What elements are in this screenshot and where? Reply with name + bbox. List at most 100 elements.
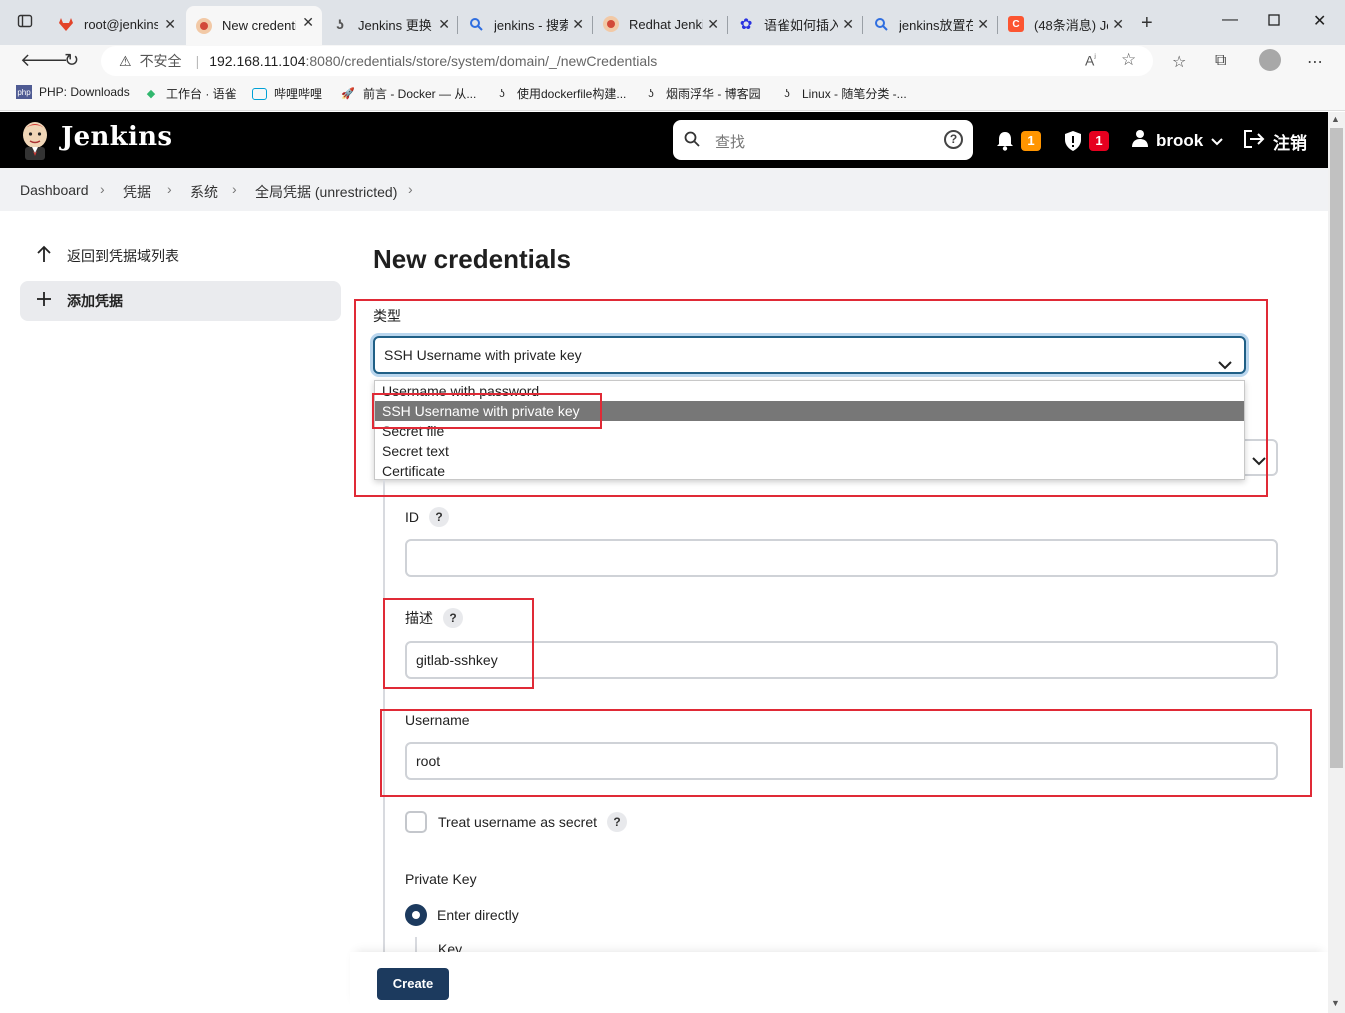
search-placeholder: 查找 [715,134,746,151]
bell-icon[interactable] [996,131,1014,156]
browser-tab-csdn[interactable]: C (48条消息) Je ✕ [998,8,1132,40]
minimize-icon[interactable]: — [1222,11,1238,29]
maximize-icon[interactable] [1268,13,1280,31]
jenkins-header: Jenkins 查找 ? 1 1 brook 注销 [0,112,1328,168]
search-help-icon[interactable]: ? [944,130,963,149]
security-status[interactable]: 不安全 [140,51,182,71]
bookmark-bilibili[interactable]: 哔哩哔哩 [252,85,322,102]
collections-icon[interactable]: ⧉ [1215,52,1226,70]
form-footer-bar [350,952,1328,1013]
close-tab-icon[interactable]: ✕ [438,16,450,33]
close-window-icon[interactable]: ✕ [1313,11,1326,31]
enter-directly-label[interactable]: Enter directly [437,907,519,923]
jenkins-icon [196,17,212,34]
treat-username-secret-checkbox[interactable] [405,811,427,833]
scroll-down-arrow-icon[interactable]: ▼ [1331,998,1340,1008]
browser-tab-redhat-jenkins[interactable]: Redhat Jenkins ✕ [593,8,727,40]
more-menu-icon[interactable]: ⋯ [1307,52,1323,72]
tab-actions-icon[interactable] [17,13,33,34]
jenkins-logo[interactable] [19,120,51,160]
gitlab-icon [58,16,74,32]
bookmark-docker[interactable]: 🚀 前言 - Docker — 从... [340,85,476,102]
close-tab-icon[interactable]: ✕ [164,16,176,33]
breadcrumb: Dashboard › 凭据 › 系统 › 全局凭据 (unrestricted… [0,168,1328,211]
close-tab-icon[interactable]: ✕ [977,16,989,33]
reload-icon[interactable]: ↻ [64,50,79,71]
read-aloud-icon[interactable]: Aʲ [1085,52,1096,69]
user-name: brook [1156,130,1204,150]
breadcrumb-dashboard[interactable]: Dashboard [20,182,89,198]
bookmark-cnblogs[interactable]: ʖ 烟雨浮华 - 博客园 [643,85,760,102]
description-field[interactable]: gitlab-sshkey [405,641,1278,679]
search-field[interactable]: 查找 ? [673,120,973,160]
search-icon [683,130,701,153]
bookmark-label: 使用dockerfile构建... [517,87,627,101]
url-field[interactable]: ⚠ 不安全 | 192.168.11.104:8080/credentials/… [101,46,1153,76]
create-button[interactable]: Create [377,968,449,1000]
logout-button[interactable]: 注销 [1243,129,1307,154]
chevron-right-icon: › [232,181,237,197]
treat-username-secret-text[interactable]: Treat username as secret [438,814,597,830]
bookmark-label: 前言 - Docker — 从... [363,87,477,101]
close-tab-icon[interactable]: ✕ [572,16,584,33]
tab-label: 语雀如何插入 [764,17,838,33]
close-tab-icon[interactable]: ✕ [302,14,314,31]
new-tab-icon[interactable]: + [1141,12,1153,35]
bookmark-label: PHP: Downloads [39,85,130,99]
jenkins-brand[interactable]: Jenkins [61,122,172,152]
id-field[interactable] [405,539,1278,577]
id-label: ID ? [405,507,449,527]
private-key-label: Private Key [405,871,477,887]
tab-label: Jenkins 更换插 [358,17,432,33]
add-favorite-icon[interactable]: ☆ [1121,50,1136,70]
id-label-text: ID [405,509,419,525]
browser-tab-strip: root@jenkins ✕ New credentials ✕ ʖ Jenki… [0,0,1345,45]
url-path: :8080/credentials/store/system/domain/_/… [305,53,658,69]
help-icon[interactable]: ? [607,812,627,832]
cnblogs-icon: ʖ [648,87,654,100]
back-icon[interactable]: 🡐 [20,50,68,71]
chevron-right-icon: › [408,181,413,197]
bilibili-icon [252,87,267,100]
favorites-icon[interactable]: ☆ [1172,52,1186,72]
security-count-badge[interactable]: 1 [1089,131,1109,151]
warning-icon[interactable]: ⚠ [119,53,132,70]
breadcrumb-credentials[interactable]: 凭据 [123,182,151,202]
notification-count-badge[interactable]: 1 [1021,131,1041,151]
enter-directly-radio[interactable] [405,904,427,926]
browser-tab-baidu[interactable]: ✿ 语雀如何插入 ✕ [728,8,862,40]
bookmark-yuque[interactable]: ◆ 工作台 · 语雀 [143,85,237,102]
cnblogs-icon: ʖ [784,87,790,100]
browser-tab-cnblogs[interactable]: ʖ Jenkins 更换插 ✕ [322,8,458,40]
sidebar-item-add-credentials[interactable]: 添加凭据 [20,281,341,321]
cnblogs-icon: ʖ [336,16,344,32]
browser-tab-gitlab[interactable]: root@jenkins ✕ [48,8,184,40]
scrollbar-thumb[interactable] [1330,128,1343,768]
php-icon: php [16,85,32,99]
help-icon[interactable]: ? [429,507,449,527]
breadcrumb-global-domain[interactable]: 全局凭据 (unrestricted) [255,182,397,202]
close-tab-icon[interactable]: ✕ [842,16,854,33]
address-bar-row: 🡐 ↻ ⚠ 不安全 | 192.168.11.104:8080/credenti… [0,45,1345,77]
jenkins-icon [603,16,619,32]
user-menu[interactable]: brook [1131,129,1223,152]
browser-tab-new-credentials[interactable]: New credentials ✕ [186,6,322,45]
close-tab-icon[interactable]: ✕ [1112,16,1124,33]
arrow-up-icon [34,245,54,268]
breadcrumb-system[interactable]: 系统 [190,182,218,202]
page-title: New credentials [373,244,571,274]
annotation-box-username [380,709,1312,797]
browser-tab-search[interactable]: jenkins - 搜索 ✕ [458,8,592,40]
bookmark-linux[interactable]: ʖ Linux - 随笔分类 -... [779,85,906,102]
bookmark-php[interactable]: php PHP: Downloads [16,85,130,99]
scroll-up-arrow-icon[interactable]: ▲ [1331,114,1340,124]
browser-tab-search-2[interactable]: jenkins放置在 ✕ [863,8,997,40]
profile-avatar[interactable] [1259,49,1281,71]
bookmarks-bar: php PHP: Downloads ◆ 工作台 · 语雀 哔哩哔哩 🚀 前言 … [0,77,1345,111]
shield-icon[interactable] [1063,130,1083,157]
sidebar-item-back-to-domains[interactable]: 返回到凭据域列表 [20,236,341,276]
bookmark-dockerfile[interactable]: ʖ 使用dockerfile构建... [494,85,626,102]
tab-label: jenkins - 搜索 [494,17,568,33]
close-tab-icon[interactable]: ✕ [707,16,719,33]
search-icon [468,16,484,32]
